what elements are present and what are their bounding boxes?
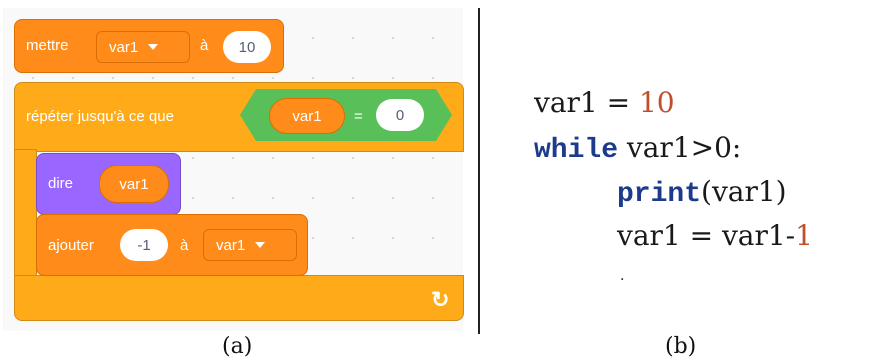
set-variable-name: var1 [109, 38, 139, 56]
set-variable-dropdown[interactable]: var1 [96, 31, 190, 63]
chevron-down-icon [255, 242, 266, 248]
set-to-label: à [200, 37, 209, 54]
code-number: 10 [638, 86, 675, 119]
code-line-2: while var1>0: [534, 131, 741, 166]
say-reporter[interactable]: var1 [99, 165, 169, 203]
say-block-label: dire [48, 175, 74, 192]
chevron-down-icon [148, 44, 159, 50]
change-value-input[interactable]: -1 [120, 229, 168, 261]
change-block-label: ajouter [48, 237, 94, 254]
code-keyword-while: while [534, 135, 619, 166]
code-line-1: var1 = 10 [534, 86, 675, 119]
code-line-3: print(var1) [617, 175, 787, 210]
code-assign: = [597, 86, 639, 119]
repeat-block-label: répéter jusqu'à ce que [26, 108, 174, 125]
code-dot: . [620, 268, 625, 284]
code-update-number: 1 [795, 219, 813, 252]
panel-divider [478, 8, 480, 334]
code-while-condition: var1>0: [618, 131, 742, 164]
change-variable-name: var1 [216, 236, 246, 254]
change-to-label: à [180, 237, 189, 254]
caption-a: (a) [222, 334, 253, 359]
code-var: var1 [534, 86, 598, 119]
set-value-input[interactable]: 10 [223, 31, 271, 63]
code-print-args: (var1) [701, 175, 787, 208]
code-update-expr: var1 = var1- [617, 219, 796, 252]
condition-left-reporter[interactable]: var1 [269, 98, 345, 134]
set-block-label: mettre [26, 37, 69, 54]
repeat-until-arm [14, 149, 37, 281]
condition-right-input[interactable]: 0 [376, 99, 424, 131]
caption-b: (b) [665, 334, 697, 359]
code-line-4: var1 = var1-1 [617, 219, 813, 252]
loop-arrow-icon: ↻ [431, 287, 450, 312]
change-variable-dropdown[interactable]: var1 [203, 229, 297, 261]
equals-sign: = [354, 108, 363, 125]
code-keyword-print: print [617, 179, 702, 210]
repeat-until-footer [14, 275, 464, 321]
